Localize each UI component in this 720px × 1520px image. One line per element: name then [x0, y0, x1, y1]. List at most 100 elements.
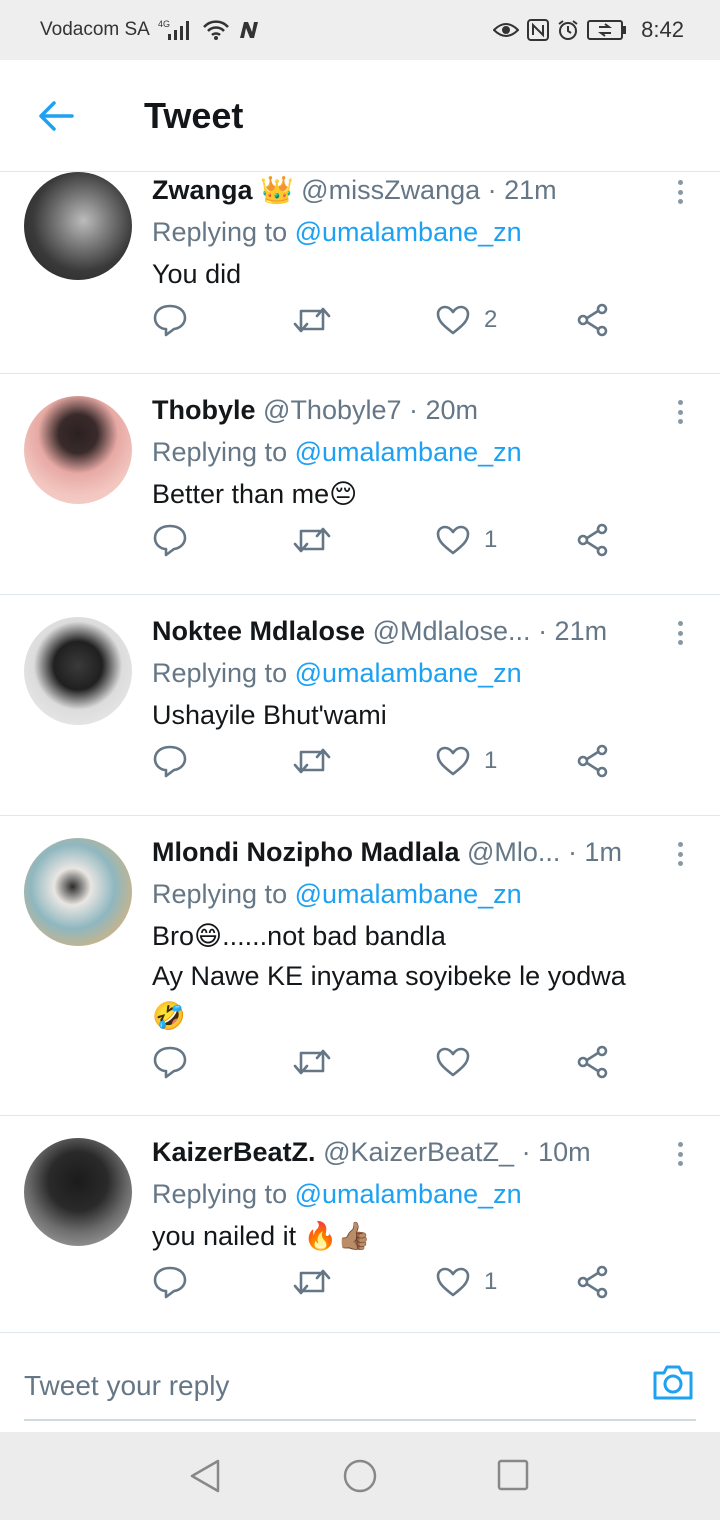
app-bar: Tweet: [0, 60, 720, 172]
share-button[interactable]: [576, 518, 610, 562]
heart-icon: [436, 525, 470, 555]
more-options-button[interactable]: [668, 394, 692, 430]
replying-prefix: Replying to: [152, 1179, 288, 1209]
avatar[interactable]: [24, 1138, 132, 1246]
replying-to-handle[interactable]: @umalambane_zn: [295, 217, 522, 247]
display-name[interactable]: Thobyle: [152, 395, 256, 425]
reply-button[interactable]: [152, 518, 188, 562]
retweet-icon: [293, 1049, 331, 1075]
tweet-item[interactable]: Zwanga 👑 @missZwanga · 21m Replying to @…: [0, 172, 720, 374]
crown-emoji: 👑: [260, 175, 294, 205]
retweet-button[interactable]: [292, 1260, 332, 1304]
display-name[interactable]: KaizerBeatZ.: [152, 1137, 316, 1167]
tweet-actions: 2: [152, 298, 622, 342]
tweet-text: Better than me😔: [152, 474, 680, 514]
replying-to-handle[interactable]: @umalambane_zn: [295, 437, 522, 467]
tweet-item[interactable]: Thobyle @Thobyle7 · 20m Replying to @uma…: [0, 374, 720, 595]
retweet-button[interactable]: [292, 518, 332, 562]
user-handle[interactable]: @Mlo...: [467, 837, 560, 867]
status-bar: Vodacom SA 4G 8:42: [0, 0, 720, 60]
reply-input[interactable]: Tweet your reply: [24, 1353, 696, 1421]
page-title: Tweet: [144, 94, 244, 136]
avatar[interactable]: [24, 396, 132, 504]
nav-recents-button[interactable]: [496, 1458, 530, 1497]
user-handle[interactable]: @Mdlalose...: [373, 616, 531, 646]
like-count: 1: [484, 526, 498, 553]
more-options-button[interactable]: [668, 174, 692, 210]
share-icon: [577, 1045, 608, 1079]
replying-prefix: Replying to: [152, 217, 288, 247]
reply-button[interactable]: [152, 1260, 188, 1304]
wifi-icon: [202, 19, 230, 41]
battery-icon: [587, 19, 627, 41]
replying-to: Replying to @umalambane_zn: [152, 216, 680, 248]
tweet-text: You did: [152, 254, 680, 294]
reply-button[interactable]: [152, 1040, 188, 1084]
nav-back-button[interactable]: [188, 1458, 222, 1499]
tweet-header: Zwanga 👑 @missZwanga · 21m: [152, 174, 680, 206]
tweet-header: Thobyle @Thobyle7 · 20m: [152, 394, 680, 426]
back-button[interactable]: [0, 60, 112, 172]
user-handle[interactable]: @missZwanga: [301, 175, 480, 205]
like-button[interactable]: 1: [436, 739, 497, 783]
replying-to-handle[interactable]: @umalambane_zn: [295, 658, 522, 688]
triangle-back-icon: [190, 1459, 220, 1493]
like-count: 1: [484, 747, 498, 774]
retweet-icon: [293, 1269, 331, 1295]
tweet-header: KaizerBeatZ. @KaizerBeatZ_ · 10m: [152, 1136, 680, 1168]
alarm-icon: [557, 19, 579, 41]
avatar[interactable]: [24, 172, 132, 280]
tweet-text-line: Ay Nawe KE inyama soyibeke le yodwa: [152, 961, 626, 991]
more-options-button[interactable]: [668, 836, 692, 872]
user-handle[interactable]: @KaizerBeatZ_: [323, 1137, 514, 1167]
tweet-time: · 21m: [538, 616, 608, 646]
share-button[interactable]: [576, 1260, 610, 1304]
like-button[interactable]: [436, 1040, 484, 1084]
reply-icon: [153, 745, 187, 778]
tweet-text: you nailed it 🔥👍🏽: [152, 1216, 680, 1256]
avatar[interactable]: [24, 838, 132, 946]
tweet-header: Mlondi Nozipho Madlala @Mlo... · 1m: [152, 836, 680, 868]
eye-icon: [493, 20, 520, 40]
display-name[interactable]: Zwanga: [152, 175, 253, 205]
replying-to: Replying to @umalambane_zn: [152, 1178, 680, 1210]
replying-to-handle[interactable]: @umalambane_zn: [295, 879, 522, 909]
reply-icon: [153, 524, 187, 557]
more-options-button[interactable]: [668, 1136, 692, 1172]
display-name[interactable]: Noktee Mdlalose: [152, 616, 365, 646]
display-name[interactable]: Mlondi Nozipho Madlala: [152, 837, 459, 867]
like-button[interactable]: 1: [436, 1260, 497, 1304]
reply-icon: [153, 304, 187, 337]
heart-icon: [436, 1267, 470, 1297]
retweet-icon: [293, 748, 331, 774]
user-handle[interactable]: @Thobyle7: [263, 395, 401, 425]
more-options-button[interactable]: [668, 615, 692, 651]
share-button[interactable]: [576, 739, 610, 783]
reply-button[interactable]: [152, 739, 188, 783]
tweet-item[interactable]: Mlondi Nozipho Madlala @Mlo... · 1m Repl…: [0, 816, 720, 1116]
share-button[interactable]: [576, 1040, 610, 1084]
camera-button[interactable]: [652, 1363, 694, 1406]
retweet-button[interactable]: [292, 739, 332, 783]
square-recents-icon: [497, 1459, 529, 1491]
reply-button[interactable]: [152, 298, 188, 342]
replying-prefix: Replying to: [152, 658, 288, 688]
tweet-time: · 20m: [409, 395, 479, 425]
tweet-time: · 1m: [567, 837, 622, 867]
avatar[interactable]: [24, 617, 132, 725]
tweet-text: Ushayile Bhut'wami: [152, 695, 680, 735]
share-button[interactable]: [576, 298, 610, 342]
retweet-button[interactable]: [292, 1040, 332, 1084]
reply-list[interactable]: Zwanga 👑 @missZwanga · 21m Replying to @…: [0, 172, 720, 1332]
nav-home-button[interactable]: [342, 1458, 378, 1499]
tweet-item[interactable]: Noktee Mdlalose @Mdlalose... · 21m Reply…: [0, 595, 720, 816]
like-button[interactable]: 1: [436, 518, 497, 562]
retweet-button[interactable]: [292, 298, 332, 342]
tweet-item[interactable]: KaizerBeatZ. @KaizerBeatZ_ · 10m Replyin…: [0, 1116, 720, 1332]
replying-to: Replying to @umalambane_zn: [152, 878, 680, 910]
heart-icon: [436, 1047, 470, 1077]
replying-to-handle[interactable]: @umalambane_zn: [295, 1179, 522, 1209]
share-icon: [577, 523, 608, 557]
reply-composer: Tweet your reply: [0, 1332, 720, 1432]
like-button[interactable]: 2: [436, 298, 497, 342]
